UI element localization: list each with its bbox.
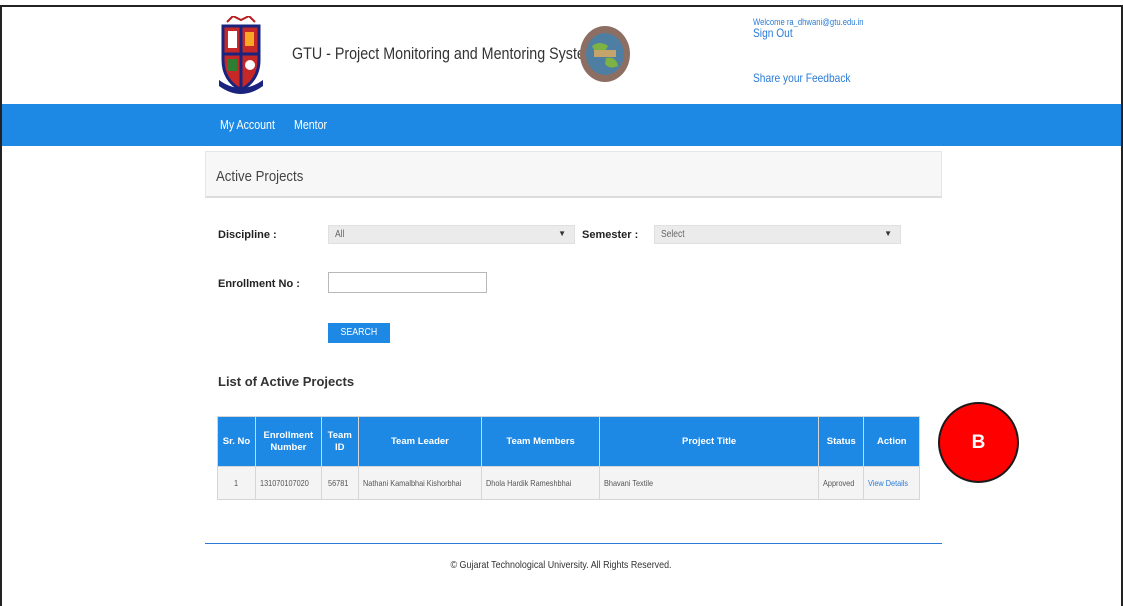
cell-team-leader: Nathani Kamalbhai Kishorbhai [357, 466, 483, 500]
discipline-select-value: All [335, 229, 345, 240]
app-title: GTU - Project Monitoring and Mentoring S… [292, 44, 597, 63]
footer-divider [205, 543, 942, 544]
caret-down-icon: ▼ [558, 229, 566, 238]
discipline-label: Discipline : [218, 229, 277, 241]
projects-table: Sr. No Enrollment Number Team ID Team Le… [217, 416, 921, 500]
list-title: List of Active Projects [218, 374, 355, 389]
cell-status: Approved [818, 466, 865, 500]
column-header-team-id: Team ID [320, 416, 359, 467]
cell-team-id: 56781 [320, 466, 359, 500]
enrollment-input[interactable] [328, 272, 487, 293]
column-header-sr-no: Sr. No [217, 416, 256, 467]
globe-emblem-logo [578, 24, 632, 84]
table-row: 1 131070107020 56781 Nathani Kamalbhai K… [217, 466, 921, 500]
semester-select[interactable]: Select ▼ [654, 225, 901, 244]
caret-down-icon: ▼ [884, 229, 892, 238]
nav-item-mentor[interactable]: Mentor [294, 118, 327, 132]
cell-project-title: Bhavani Textile [599, 466, 820, 500]
column-header-action: Action [863, 416, 921, 467]
page-title: Active Projects [216, 168, 304, 185]
enrollment-label: Enrollment No : [218, 278, 300, 290]
cell-enrollment: 131070107020 [255, 466, 322, 500]
column-header-team-members: Team Members [481, 416, 601, 467]
gtu-crest-logo[interactable] [217, 14, 265, 96]
cell-team-members: Dhola Hardik Rameshbhai [481, 466, 601, 500]
search-button-label: SEARCH [340, 327, 378, 338]
table-header-row: Sr. No Enrollment Number Team ID Team Le… [217, 416, 921, 467]
column-header-project-title: Project Title [599, 416, 820, 467]
column-header-team-leader: Team Leader [357, 416, 483, 467]
footer-text: © Gujarat Technological University. All … [450, 559, 673, 571]
semester-select-value: Select [661, 229, 685, 240]
cell-sr-no: 1 [217, 466, 256, 500]
site-header: GTU - Project Monitoring and Mentoring S… [205, 13, 940, 99]
column-header-enrollment: Enrollment Number [255, 416, 322, 467]
column-header-status: Status [818, 416, 865, 467]
main-nav: My Account Mentor [2, 104, 1121, 146]
nav-item-my-account[interactable]: My Account [220, 118, 275, 132]
footer: © Gujarat Technological University. All … [0, 559, 1123, 571]
view-details-link[interactable]: View Details [868, 478, 908, 488]
search-button[interactable]: SEARCH [328, 323, 390, 343]
feedback-link[interactable]: Share your Feedback [753, 71, 851, 85]
page-title-panel: Active Projects [205, 151, 942, 198]
sign-out-link[interactable]: Sign Out [753, 26, 793, 40]
discipline-select[interactable]: All ▼ [328, 225, 575, 244]
annotation-marker: B [938, 402, 1019, 483]
cell-action: View Details [863, 466, 921, 500]
semester-label: Semester : [582, 229, 639, 241]
